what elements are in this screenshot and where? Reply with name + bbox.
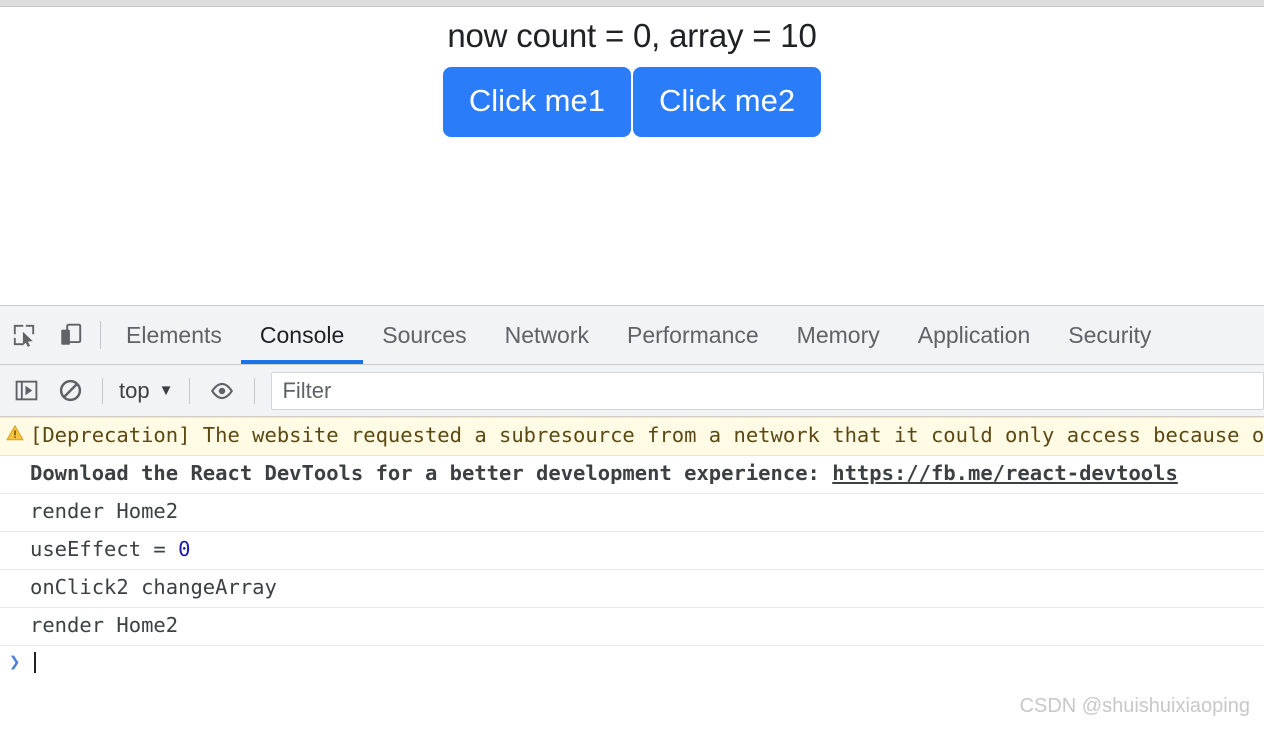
tab-memory[interactable]: Memory	[778, 306, 899, 364]
message-gutter	[0, 494, 30, 500]
console-message-log[interactable]: render Home2	[0, 494, 1264, 532]
log-text: render Home2	[30, 613, 179, 637]
react-devtools-link[interactable]: https://fb.me/react-devtools	[832, 461, 1178, 485]
console-toolbar: top ▼	[0, 365, 1264, 417]
button-row: Click me1 Click me2	[0, 67, 1264, 137]
warning-text-before-link: [Deprecation] The website requested a su…	[30, 423, 1264, 447]
log-label: useEffect =	[30, 537, 179, 561]
tab-label: Application	[917, 321, 1031, 348]
message-gutter	[0, 418, 30, 442]
console-message-react-devtools[interactable]: Download the React DevTools for a better…	[0, 456, 1264, 494]
tab-sources[interactable]: Sources	[363, 306, 485, 364]
screenshot-root: now count = 0, array = 10 Click me1 Clic…	[0, 0, 1264, 740]
tab-console[interactable]: Console	[240, 306, 364, 364]
tab-label: Performance	[627, 321, 759, 348]
tab-label: Network	[504, 321, 589, 348]
react-devtools-text: Download the React DevTools for a better…	[30, 456, 1264, 493]
execution-context-value: top	[119, 377, 150, 403]
prompt-chevron-icon: ❯	[9, 650, 21, 673]
console-prompt-row[interactable]: ❯	[0, 646, 1264, 678]
console-toolbar-divider	[102, 377, 103, 404]
tab-performance[interactable]: Performance	[608, 306, 778, 364]
message-gutter	[0, 456, 30, 462]
tab-application[interactable]: Application	[899, 306, 1050, 364]
console-message-log[interactable]: onClick2 changeArray	[0, 570, 1264, 608]
console-toolbar-divider-2	[189, 377, 191, 404]
message-gutter	[0, 532, 30, 538]
inspect-element-icon[interactable]	[0, 306, 47, 364]
console-toolbar-divider-3	[254, 377, 256, 404]
react-text-before-link: Download the React DevTools for a better…	[30, 461, 833, 485]
log-text: onClick2 changeArray	[30, 575, 277, 599]
devtools-panel: Elements Console Sources Network Perform…	[0, 305, 1264, 740]
tab-label: Console	[259, 321, 345, 348]
log-text: useEffect = 0	[30, 532, 1264, 569]
console-sidebar-icon[interactable]	[4, 369, 48, 413]
console-output[interactable]: [Deprecation] The website requested a su…	[0, 417, 1264, 740]
warning-message-text: [Deprecation] The website requested a su…	[30, 418, 1264, 455]
chevron-down-icon: ▼	[158, 382, 174, 399]
devtools-tabbar: Elements Console Sources Network Perform…	[0, 306, 1264, 365]
toolbar-divider	[100, 321, 101, 349]
console-message-log[interactable]: render Home2	[0, 608, 1264, 646]
clear-console-icon[interactable]	[48, 369, 92, 413]
live-expression-icon[interactable]	[200, 369, 244, 413]
page-heading: now count = 0, array = 10	[447, 17, 817, 54]
message-gutter	[0, 608, 30, 614]
message-gutter	[0, 570, 30, 576]
warning-triangle-icon	[6, 424, 24, 441]
tab-security[interactable]: Security	[1049, 306, 1170, 364]
device-toolbar-icon[interactable]	[47, 306, 94, 364]
click-me1-button[interactable]: Click me1	[442, 67, 631, 137]
text-cursor	[34, 651, 36, 673]
console-filter-input[interactable]	[271, 371, 1264, 410]
browser-chrome-strip	[0, 0, 1264, 7]
console-message-warning[interactable]: [Deprecation] The website requested a su…	[0, 417, 1264, 456]
console-message-log[interactable]: useEffect = 0	[0, 532, 1264, 570]
tab-label: Sources	[382, 321, 467, 348]
log-text: render Home2	[30, 499, 179, 523]
tab-label: Elements	[126, 321, 222, 348]
execution-context-select[interactable]: top ▼	[113, 378, 179, 404]
tab-elements[interactable]: Elements	[107, 306, 241, 364]
tab-label: Memory	[796, 321, 880, 348]
click-me2-button[interactable]: Click me2	[633, 67, 822, 137]
tab-network[interactable]: Network	[486, 306, 608, 364]
tab-label: Security	[1068, 321, 1152, 348]
page-viewport: now count = 0, array = 10 Click me1 Clic…	[0, 8, 1264, 305]
log-number-value: 0	[178, 537, 191, 561]
